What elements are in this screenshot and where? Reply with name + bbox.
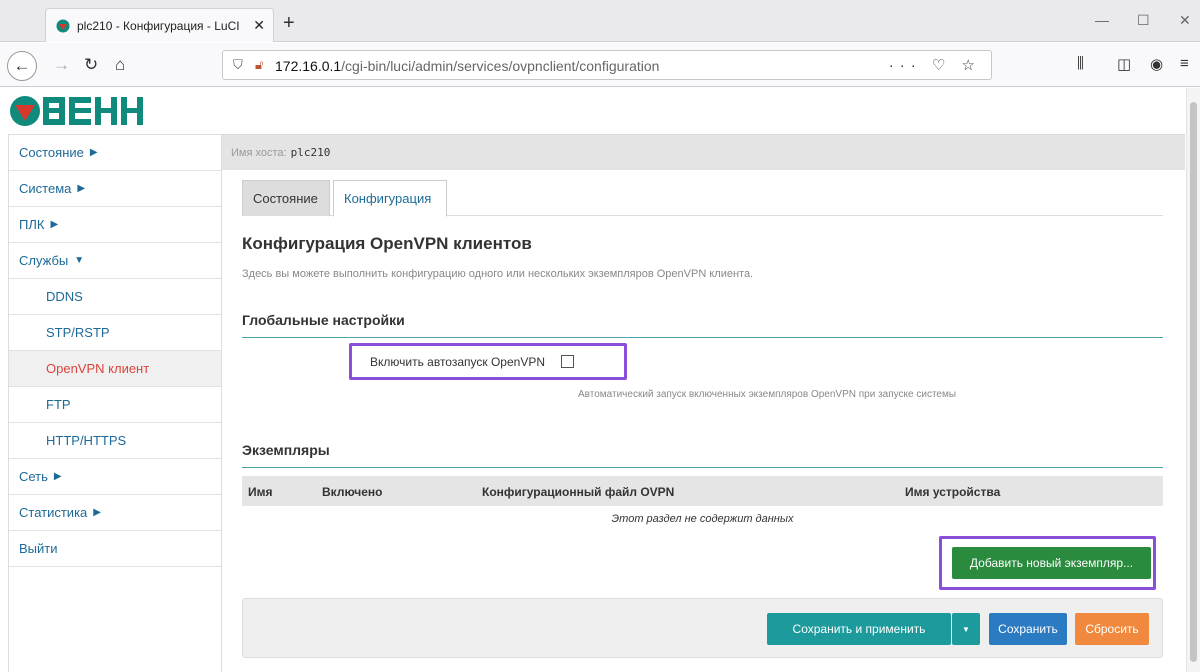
browser-nav-bar: ← → ↻ ⌂ ⛉ 🔓︎ 172.16.0.1/cgi-bin/luci/adm…: [0, 43, 1200, 87]
sidebar-item-services[interactable]: Службы ▼: [9, 243, 221, 279]
owen-logo[interactable]: [9, 95, 149, 127]
sidebar-item-plc[interactable]: ПЛК ▶: [9, 207, 221, 243]
menu-icon[interactable]: ≡: [1180, 55, 1189, 72]
caret-right-icon: ▶: [93, 507, 101, 518]
column-device-name: Имя устройства: [905, 485, 1001, 499]
add-instance-highlight: Добавить новый экземпляр...: [939, 536, 1156, 590]
content-tabs: Состояние Конфигурация: [242, 180, 1163, 217]
close-icon[interactable]: ✕: [253, 17, 265, 34]
sidebar-toggle-icon[interactable]: ◫: [1117, 55, 1131, 73]
caret-right-icon: ▶: [50, 219, 59, 230]
save-button[interactable]: Сохранить: [989, 613, 1067, 645]
minimize-icon[interactable]: —: [1095, 12, 1109, 28]
tab-title: plc210 - Конфигурация - LuCI: [77, 18, 240, 33]
new-tab-button[interactable]: +: [283, 12, 295, 35]
global-settings-heading: Глобальные настройки: [242, 312, 1163, 338]
column-ovpn-file: Конфигурационный файл OVPN: [482, 485, 675, 499]
sidebar: Состояние ▶ Система ▶ ПЛК ▶ Службы ▼ DDNS ST…: [8, 134, 222, 672]
header: [0, 88, 1186, 134]
caret-down-icon: ▼: [74, 255, 85, 266]
page-title: Конфигурация OpenVPN клиентов: [242, 234, 532, 253]
sidebar-item-status[interactable]: Состояние ▶: [9, 135, 221, 171]
autostart-hint: Автоматический запуск включенных экземпл…: [578, 389, 957, 400]
tab-status[interactable]: Состояние: [242, 180, 330, 216]
sidebar-item-network[interactable]: Сеть ▶: [9, 459, 221, 495]
save-apply-button[interactable]: Сохранить и применить: [767, 613, 951, 645]
instances-heading: Экземпляры: [242, 442, 1163, 468]
sidebar-item-statistics[interactable]: Статистика ▶: [9, 495, 221, 531]
tab-configuration[interactable]: Конфигурация: [333, 180, 447, 217]
add-instance-button[interactable]: Добавить новый экземпляр...: [952, 547, 1151, 579]
column-enabled: Включено: [322, 485, 383, 499]
empty-table-message: Этот раздел не содержит данных: [611, 513, 794, 525]
caret-right-icon: ▶: [53, 471, 62, 482]
window-close-icon[interactable]: ✕: [1179, 12, 1191, 29]
hostname-value: plc210: [290, 146, 331, 159]
sidebar-item-logout[interactable]: Выйти: [9, 531, 221, 567]
url-bar[interactable]: ⛉ 🔓︎ 172.16.0.1/cgi-bin/luci/admin/servi…: [222, 50, 992, 80]
action-bar: Сохранить и применить ▼ Сохранить Сброси…: [242, 598, 1163, 658]
luci-page: Состояние ▶ Система ▶ ПЛК ▶ Службы ▼ DDNS ST…: [0, 88, 1186, 672]
column-name: Имя: [248, 485, 273, 499]
sidebar-item-http-https[interactable]: HTTP/HTTPS: [9, 423, 221, 459]
sidebar-item-openvpn-client[interactable]: OpenVPN клиент: [9, 351, 221, 387]
autostart-label: Включить автозапуск OpenVPN: [370, 354, 546, 369]
autostart-checkbox[interactable]: [561, 355, 575, 368]
autostart-highlight: Включить автозапуск OpenVPN: [349, 343, 627, 380]
favicon-icon: [56, 19, 70, 33]
hostname-label: Имя хоста:: [231, 146, 287, 159]
instances-table-header: Имя Включено Конфигурационный файл OVPN …: [242, 476, 1163, 506]
insecure-lock-icon[interactable]: 🔓︎: [255, 57, 263, 73]
maximize-icon[interactable]: ☐: [1137, 12, 1150, 29]
url-actions-icons[interactable]: ··· ♡ ☆: [889, 56, 981, 74]
sidebar-item-stp-rstp[interactable]: STP/RSTP: [9, 315, 221, 351]
sidebar-item-ftp[interactable]: FTP: [9, 387, 221, 423]
library-icon[interactable]: ⫼: [1077, 55, 1084, 72]
sidebar-item-system[interactable]: Система ▶: [9, 171, 221, 207]
sidebar-item-ddns[interactable]: DDNS: [9, 279, 221, 315]
caret-right-icon: ▶: [77, 183, 86, 194]
save-apply-dropdown-button[interactable]: ▼: [952, 613, 980, 645]
scrollbar-thumb[interactable]: [1190, 102, 1197, 662]
hostname-bar: Имя хоста: plc210: [222, 134, 1185, 170]
home-icon[interactable]: ⌂: [115, 55, 125, 75]
reset-button[interactable]: Сбросить: [1075, 613, 1149, 645]
url-text[interactable]: 172.16.0.1/cgi-bin/luci/admin/services/o…: [275, 58, 659, 74]
browser-tab[interactable]: plc210 - Конфигурация - LuCI ✕: [45, 8, 274, 42]
main-content: Состояние Конфигурация Конфигурация Open…: [242, 180, 1163, 658]
account-icon[interactable]: ◉: [1150, 55, 1163, 73]
reload-icon[interactable]: ↻: [84, 55, 98, 75]
forward-arrow-icon[interactable]: →: [53, 55, 70, 75]
caret-right-icon: ▶: [89, 147, 98, 158]
page-scrollbar[interactable]: [1186, 88, 1200, 672]
browser-tab-bar: plc210 - Конфигурация - LuCI ✕ + — ☐ ✕: [0, 0, 1200, 42]
page-description: Здесь вы можете выполнить конфигурацию о…: [242, 268, 754, 280]
back-arrow-icon[interactable]: ←: [7, 51, 37, 81]
shield-icon[interactable]: ⛉: [233, 57, 243, 73]
